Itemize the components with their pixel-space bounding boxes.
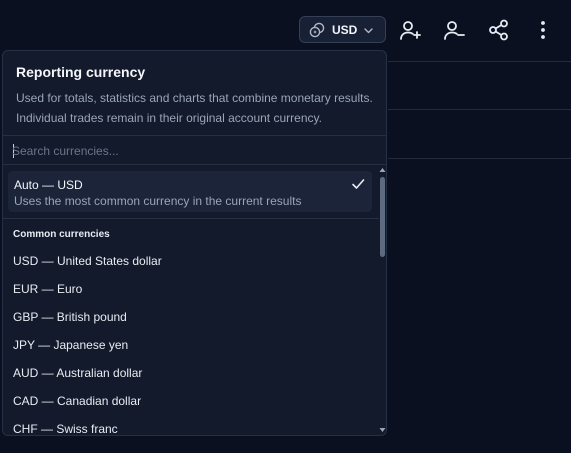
- list-scrollbar[interactable]: [378, 165, 386, 435]
- auto-currency-option[interactable]: Auto — USD Uses the most common currency…: [8, 171, 372, 212]
- currency-option-label: GBP — British pound: [13, 310, 127, 324]
- currency-option-eur[interactable]: EUR — Euro: [3, 275, 379, 303]
- currency-option-label: JPY — Japanese yen: [13, 338, 129, 352]
- scroll-down-arrow-icon[interactable]: [379, 427, 386, 433]
- currency-option-usd[interactable]: USD — United States dollar: [3, 247, 379, 275]
- currency-list: Auto — USD Uses the most common currency…: [3, 165, 379, 435]
- currency-option-gbp[interactable]: GBP — British pound: [3, 303, 379, 331]
- currency-option-label: CHF — Swiss franc: [13, 422, 118, 435]
- coins-icon: [309, 22, 325, 38]
- divider: [3, 135, 386, 136]
- reporting-currency-dropdown: Reporting currency Used for totals, stat…: [2, 50, 387, 436]
- background-divider: [388, 158, 571, 159]
- dropdown-description: Used for totals, statistics and charts t…: [16, 91, 373, 125]
- currency-selector-label: USD: [332, 23, 358, 37]
- background-divider: [388, 109, 571, 110]
- add-user-icon[interactable]: [398, 18, 422, 42]
- checkmark-icon: [352, 179, 365, 189]
- background-divider: [388, 61, 571, 62]
- currency-search-input[interactable]: [12, 139, 372, 163]
- currency-option-jpy[interactable]: JPY — Japanese yen: [3, 331, 379, 359]
- currency-option-label: CAD — Canadian dollar: [13, 394, 142, 408]
- auto-option-description: Uses the most common currency in the cur…: [14, 194, 302, 208]
- scroll-up-arrow-icon[interactable]: [379, 167, 386, 173]
- dropdown-title: Reporting currency: [16, 64, 146, 80]
- share-icon[interactable]: [487, 18, 511, 42]
- currency-option-cad[interactable]: CAD — Canadian dollar: [3, 387, 379, 415]
- currency-option-label: EUR — Euro: [13, 282, 83, 296]
- auto-option-name: Auto — USD: [14, 178, 83, 192]
- more-vertical-icon[interactable]: [531, 18, 555, 42]
- section-divider: [3, 218, 379, 219]
- currency-option-aud[interactable]: AUD — Australian dollar: [3, 359, 379, 387]
- remove-user-icon[interactable]: [442, 18, 466, 42]
- chevron-down-icon: [364, 28, 373, 34]
- currency-option-chf[interactable]: CHF — Swiss franc: [3, 415, 379, 435]
- currency-selector-button[interactable]: USD: [299, 16, 386, 43]
- currency-option-label: AUD — Australian dollar: [13, 366, 143, 380]
- scrollbar-thumb[interactable]: [380, 177, 385, 257]
- currency-option-label: USD — United States dollar: [13, 254, 162, 268]
- app-root: USD Reporting currency Used for totals, …: [0, 0, 571, 453]
- section-title-common-currencies: Common currencies: [13, 229, 110, 240]
